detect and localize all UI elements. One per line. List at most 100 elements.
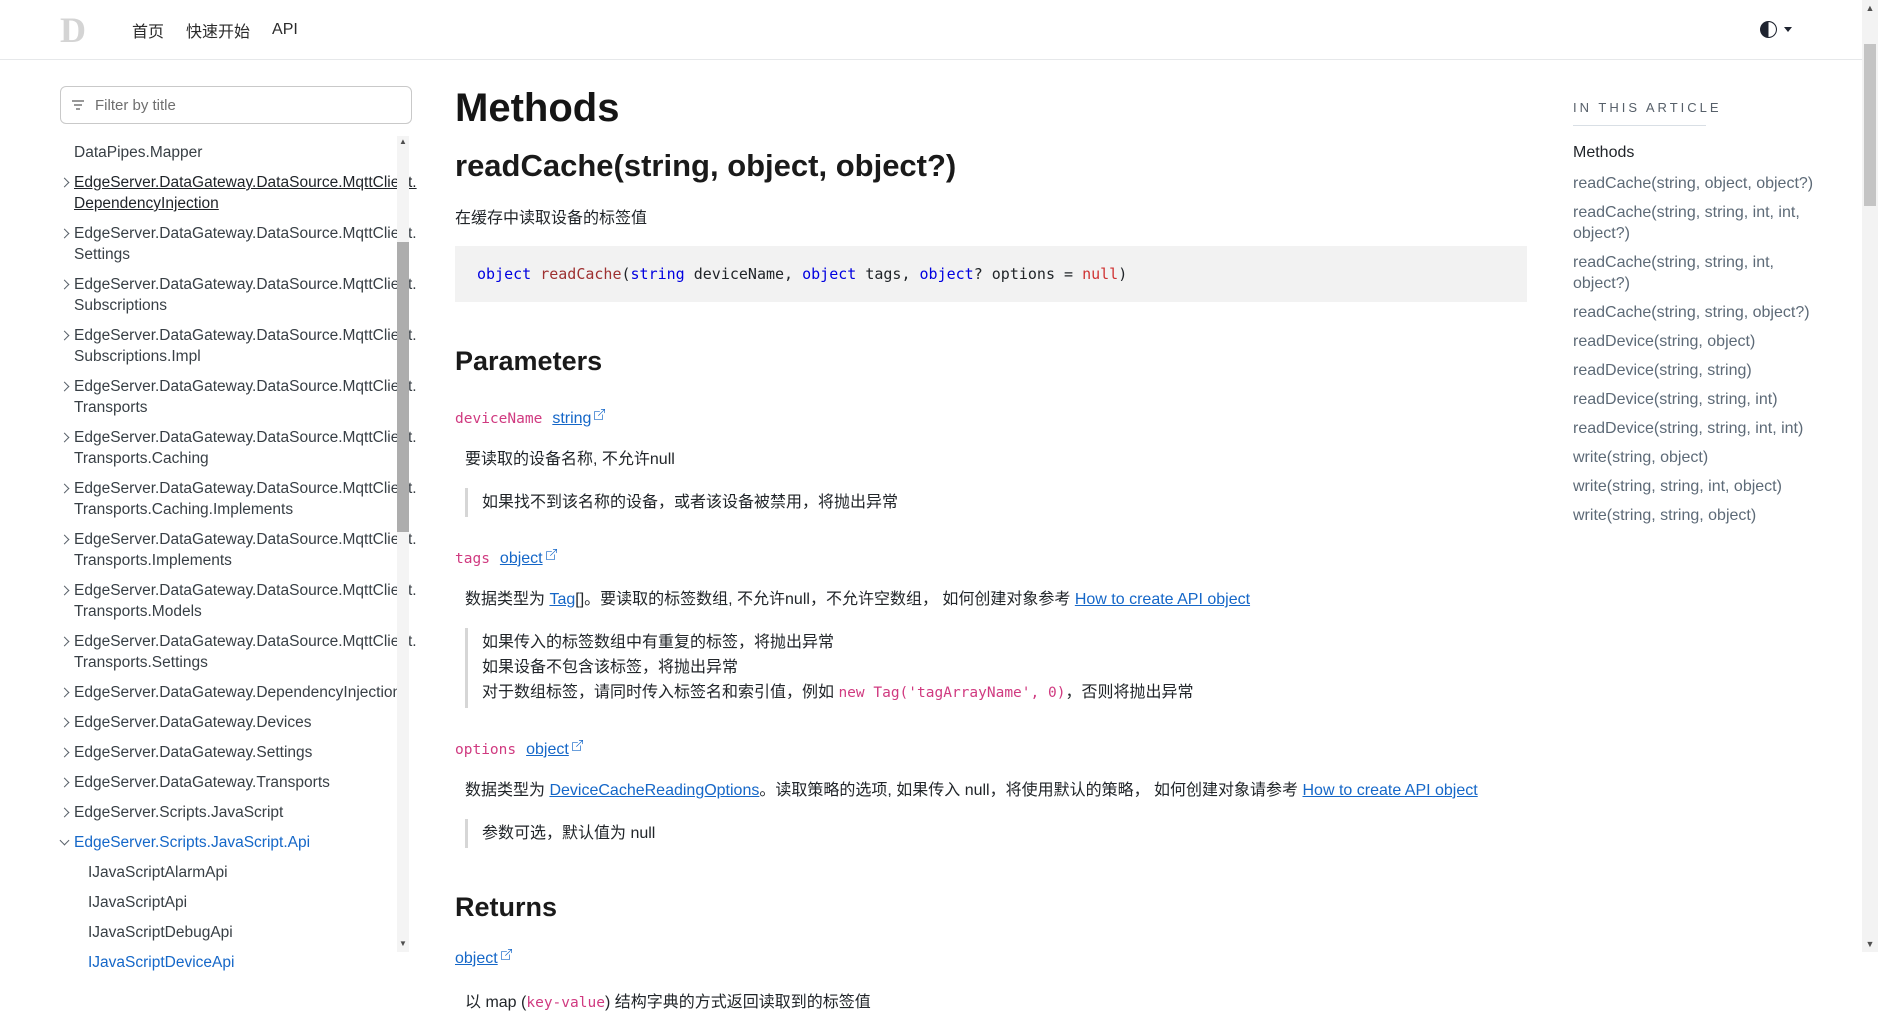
chevron-right-icon[interactable] [60,802,74,823]
sidebar-tree-item[interactable]: IJavaScriptAlarmApi [60,858,392,887]
chevron-right-icon[interactable] [60,712,74,733]
d-logo[interactable]: D [60,12,86,48]
sidebar-scrollbar-thumb[interactable] [397,242,409,532]
parameter-description: 数据类型为 DeviceCacheReadingOptions。读取策略的选项,… [465,779,1523,803]
toc-link[interactable]: readCache(string, string, int, object?) [1573,252,1831,294]
sidebar-item-label: EdgeServer.DataGateway.DataSource.MqttCl… [74,580,417,622]
toc-link[interactable]: readDevice(string, object) [1573,331,1831,352]
text-segment: object [477,265,531,283]
sidebar-tree-item[interactable]: EdgeServer.Scripts.JavaScript [60,798,392,827]
sidebar-tree-item[interactable]: EdgeServer.DataGateway.DataSource.MqttCl… [60,168,392,218]
chevron-right-icon[interactable] [60,427,74,469]
content-link[interactable]: How to create API object [1303,782,1478,799]
sidebar-item-label: DataPipes.Mapper [74,142,202,163]
parameter-name-row: optionsobject [455,740,1527,759]
chevron-right-icon[interactable] [60,580,74,622]
parameter-description: 数据类型为 Tag[]。要读取的标签数组, 不允许null，不允许空数组， 如何… [465,588,1523,612]
sidebar-item-label: IJavaScriptAlarmApi [88,862,228,883]
text-segment: ? options = [974,265,1082,283]
sidebar-tree-item[interactable]: EdgeServer.DataGateway.DataSource.MqttCl… [60,321,392,371]
parameter-block: deviceNamestring 要读取的设备名称, 不允许null如果找不到该… [455,409,1527,517]
parameter-description: 要读取的设备名称, 不允许null [465,448,1523,472]
text-segment: ，否则将抛出异常 [1065,684,1193,701]
chevron-right-icon[interactable] [60,631,74,673]
chevron-right-icon[interactable] [60,772,74,793]
returns-description: 以 map (key-value) 结构字典的方式返回读取到的标签值 [465,988,1527,1012]
scroll-up-arrow-icon[interactable]: ▲ [1862,0,1878,16]
toc-section-label[interactable]: Methods [1573,142,1831,163]
circle-half-icon [1760,21,1777,38]
sidebar-tree-item[interactable]: IJavaScriptDebugApi [60,918,392,947]
sidebar-item-label: EdgeServer.DataGateway.DataSource.MqttCl… [74,172,417,214]
sidebar-scrollbar: ▲ ▼ [397,136,409,952]
toc-link[interactable]: write(string, string, int, object) [1573,476,1831,497]
sidebar-tree-item[interactable]: EdgeServer.DataGateway.DataSource.MqttCl… [60,423,392,473]
page-layout: DataPipes.Mapper EdgeServer.DataGateway.D… [0,60,1862,1012]
toc-link[interactable]: readDevice(string, string, int, int) [1573,418,1831,439]
inline-code: key-value [526,995,605,1011]
sidebar-tree-item[interactable]: EdgeServer.DataGateway.DataSource.MqttCl… [60,372,392,422]
nav-link-home[interactable]: 首页 [132,18,164,42]
content-link[interactable]: Tag [549,591,575,608]
nav-link-quickstart[interactable]: 快速开始 [186,18,250,42]
toc-link[interactable]: readCache(string, string, object?) [1573,302,1831,323]
note-line: 参数可选，默认值为 null [482,821,1527,846]
toc-link[interactable]: write(string, object) [1573,447,1831,468]
sidebar-tree-item[interactable]: EdgeServer.DataGateway.DataSource.MqttCl… [60,627,392,677]
sidebar-item-label: EdgeServer.DataGateway.Transports [74,772,330,793]
returns-type-link[interactable]: object [455,950,512,967]
parameter-type-link[interactable]: object [500,550,557,567]
sidebar-tree-item[interactable]: EdgeServer.DataGateway.DataSource.MqttCl… [60,525,392,575]
toc-link[interactable]: write(string, string, object) [1573,505,1831,526]
browser-scrollbar: ▲ ▼ [1862,0,1878,952]
top-navbar: D 首页 快速开始 API [0,0,1862,60]
sidebar-tree-item[interactable]: IJavaScriptApi [60,888,392,917]
scroll-down-arrow-icon[interactable]: ▼ [1862,936,1878,952]
chevron-down-icon[interactable] [60,832,74,853]
toc-link[interactable]: readDevice(string, string) [1573,360,1831,381]
chevron-right-icon[interactable] [60,529,74,571]
sidebar-item-label: EdgeServer.DataGateway.DataSource.MqttCl… [74,427,417,469]
sidebar-tree-item[interactable]: EdgeServer.DataGateway.Transports [60,768,392,797]
sidebar-tree-item[interactable]: EdgeServer.DataGateway.DataSource.MqttCl… [60,576,392,626]
code-block: object readCache(string deviceName, obje… [455,246,1527,302]
sidebar-tree-item[interactable]: EdgeServer.DataGateway.Devices [60,708,392,737]
sidebar-tree-item[interactable]: EdgeServer.DataGateway.DataSource.MqttCl… [60,219,392,269]
inline-code: new Tag('tagArrayName', 0) [838,685,1065,701]
chevron-right-icon[interactable] [60,376,74,418]
text-segment [531,265,540,283]
sidebar-tree-item[interactable]: EdgeServer.DataGateway.DataSource.MqttCl… [60,270,392,320]
sidebar-tree-item[interactable]: EdgeServer.DataGateway.DependencyInjecti… [60,678,392,707]
toc-link[interactable]: readDevice(string, string, int) [1573,389,1831,410]
sidebar-tree-item[interactable]: IJavaScriptDeviceApi [60,948,392,977]
text-segment: ) 结构字典的方式返回读取到的标签值 [605,994,871,1011]
parameters-heading: Parameters [455,346,1527,377]
chevron-right-icon[interactable] [60,742,74,763]
nav-link-api[interactable]: API [272,21,298,39]
chevron-right-icon[interactable] [60,172,74,214]
sidebar-item-label: EdgeServer.DataGateway.DataSource.MqttCl… [74,274,417,316]
sidebar-tree-item[interactable]: EdgeServer.DataGateway.Settings [60,738,392,767]
parameter-type-link[interactable]: string [552,410,605,427]
chevron-right-icon[interactable] [60,325,74,367]
content-link[interactable]: How to create API object [1075,591,1250,608]
scroll-up-arrow-icon[interactable]: ▲ [397,136,409,148]
sidebar-tree-item[interactable]: EdgeServer.Scripts.JavaScript.Api [60,828,392,857]
toc-link[interactable]: readCache(string, string, int, int, obje… [1573,202,1831,244]
toc-link[interactable]: readCache(string, object, object?) [1573,173,1831,194]
sidebar-tree-item[interactable]: EdgeServer.DataGateway.DataSource.MqttCl… [60,474,392,524]
page-title: Methods [455,86,1527,131]
scroll-down-arrow-icon[interactable]: ▼ [397,938,409,950]
note-line: 如果设备不包含该标签，将抛出异常 [482,655,1527,680]
filter-input[interactable] [60,86,412,124]
chevron-right-icon[interactable] [60,682,74,703]
chevron-right-icon[interactable] [60,223,74,265]
sidebar-tree-item[interactable]: DataPipes.Mapper [60,138,392,167]
chevron-right-icon[interactable] [60,478,74,520]
theme-toggle-button[interactable] [1756,17,1796,42]
parameter-type-link[interactable]: object [526,741,583,758]
browser-scrollbar-thumb[interactable] [1864,44,1876,206]
chevron-right-icon[interactable] [60,274,74,316]
sidebar-item-label: EdgeServer.Scripts.JavaScript.Api [74,832,310,853]
content-link[interactable]: DeviceCacheReadingOptions [549,782,759,799]
